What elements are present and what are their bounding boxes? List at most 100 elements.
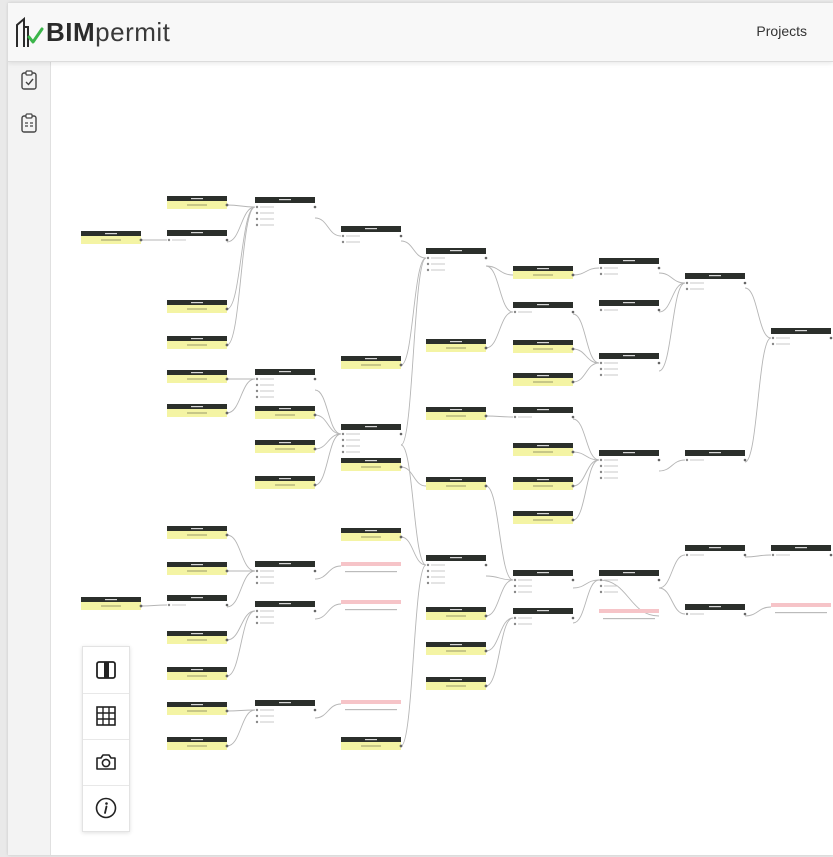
graph-edge <box>485 265 514 313</box>
graph-node-port <box>341 450 345 454</box>
graph-node-port <box>426 256 430 260</box>
graph-node-port <box>167 238 171 242</box>
graph-node-port <box>599 584 603 588</box>
graph-node-title-line <box>191 669 203 671</box>
graph-node-port <box>513 310 517 314</box>
graph-edge <box>314 565 342 580</box>
graph-node-title-line <box>450 609 462 611</box>
graph-edge <box>314 414 342 435</box>
graph-node-port <box>685 458 689 462</box>
graph-edge <box>658 282 686 313</box>
graph-node-port <box>599 476 603 480</box>
info-button[interactable] <box>83 785 129 831</box>
graph-node-value-line <box>187 308 207 310</box>
graph-node-value-line <box>446 685 466 687</box>
graph-node-port <box>313 609 317 613</box>
graph-edge <box>314 603 342 620</box>
graph-node-port <box>571 310 575 314</box>
graph-node-port <box>599 272 603 276</box>
graph-edge <box>572 579 600 624</box>
graph-node-port-label <box>172 239 186 241</box>
graph-node-port-label <box>604 374 618 376</box>
graph-node-title-line <box>279 702 291 704</box>
graph-node-title-line <box>105 233 117 235</box>
graph-node-port-label <box>776 337 790 339</box>
graph-node-port-label <box>431 576 445 578</box>
clipboard-list-icon[interactable] <box>20 113 38 133</box>
graph-node-port-label <box>431 263 445 265</box>
graph-edge <box>485 579 514 617</box>
graph-node-title-line <box>365 460 377 462</box>
graph-node-title-line <box>537 409 549 411</box>
graph-node-port-label <box>604 471 618 473</box>
info-icon <box>95 797 117 819</box>
bimpermit-logo[interactable]: BIM permit <box>14 13 170 51</box>
graph-node-title-line <box>191 597 203 599</box>
graph-node-port <box>341 438 345 442</box>
graph-node-error-header <box>341 700 401 704</box>
clipboard-check-icon[interactable] <box>20 70 38 90</box>
graph-node-port <box>484 614 488 618</box>
graph-node-port <box>255 211 259 215</box>
graph-node-title-line <box>279 199 291 201</box>
graph-edge <box>226 204 256 208</box>
brand-name-bold: BIM <box>46 16 96 47</box>
graph-node-port <box>255 615 259 619</box>
graph-node-port-label <box>518 585 532 587</box>
graph-node-title-line <box>537 610 549 612</box>
graph-node-port-label <box>776 554 790 556</box>
graph-node-port <box>255 569 259 573</box>
screenshot-button[interactable] <box>83 739 129 786</box>
graph-node-port <box>313 413 317 417</box>
graph-node-port-label <box>431 269 445 271</box>
graph-node-value-line <box>275 414 295 416</box>
graph-node-title-line <box>709 452 721 454</box>
graph-node-port <box>484 684 488 688</box>
graph-node-port <box>484 649 488 653</box>
graph-node-port <box>313 708 317 712</box>
graph-edge <box>572 267 600 276</box>
graph-edge <box>744 287 772 339</box>
graph-node-port-label <box>260 396 274 398</box>
graph-node-port <box>657 266 661 270</box>
graph-canvas[interactable] <box>51 62 833 855</box>
graph-node-port <box>484 346 488 350</box>
left-sidebar <box>8 62 51 855</box>
graph-node-port <box>255 389 259 393</box>
graph-node-title-line <box>365 228 377 230</box>
graph-node-port <box>685 281 689 285</box>
graph-node-port-label <box>604 579 618 581</box>
projects-link[interactable]: Projects <box>756 23 807 39</box>
graph-node-port <box>426 563 430 567</box>
grid-toggle-button[interactable] <box>83 693 129 740</box>
graph-node-port <box>255 217 259 221</box>
graph-edge <box>658 282 686 372</box>
graph-node-port <box>255 714 259 718</box>
graph-node-port-label <box>260 721 274 723</box>
graph-node-port <box>599 373 603 377</box>
graph-node-port-label <box>518 623 532 625</box>
graph-node-port <box>657 361 661 365</box>
graph-edge <box>226 610 256 677</box>
graph-node-port <box>571 347 575 351</box>
graph-node-value-line <box>533 485 553 487</box>
graph-node-title-line <box>537 445 549 447</box>
graph-node-port <box>829 553 833 557</box>
grid-icon <box>96 706 116 726</box>
graph-edge <box>744 337 772 463</box>
panel-toggle-button[interactable] <box>83 647 129 694</box>
graph-node-title-line <box>795 547 807 549</box>
graph-edge <box>314 703 342 719</box>
graph-edge <box>400 444 427 566</box>
graph-node-title-line <box>537 513 549 515</box>
graph-node-error-header <box>341 600 401 604</box>
graph-node-port-label <box>604 273 618 275</box>
graph-node-value-line <box>361 466 381 468</box>
graph-node-port <box>599 308 603 312</box>
graph-node-value-line <box>361 536 381 538</box>
graph-node-port <box>657 578 661 582</box>
graph-node-port <box>599 367 603 371</box>
graph-node-value-line <box>446 347 466 349</box>
graph-node-value-line <box>187 204 207 206</box>
graph-edge <box>226 206 256 310</box>
